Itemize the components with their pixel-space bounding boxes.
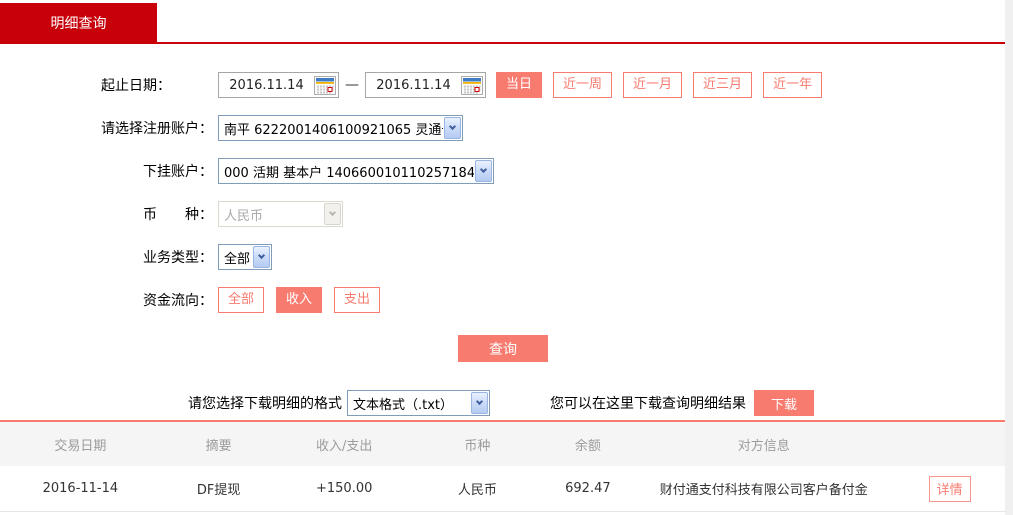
table-row: 2016-11-14 DF提现 +150.00 人民币 692.47 财付通支付… bbox=[0, 466, 1005, 512]
cell-date: 2016-11-14 bbox=[42, 481, 119, 496]
register-account-row: 请选择注册账户： 南平 6222001406100921065 灵通卡 bbox=[0, 115, 1013, 141]
register-account-select[interactable]: 南平 6222001406100921065 灵通卡 bbox=[218, 115, 463, 141]
header-date: 交易日期 bbox=[54, 438, 107, 454]
business-type-label: 业务类型： bbox=[143, 250, 213, 266]
chevron-down-icon[interactable] bbox=[471, 392, 488, 414]
date-range-label: 起止日期： bbox=[101, 78, 171, 94]
cell-balance: 692.47 bbox=[565, 481, 611, 496]
header-currency: 币种 bbox=[464, 438, 491, 454]
calendar-icon[interactable] bbox=[314, 75, 336, 95]
cell-counterparty: 财付通支付科技有限公司客户备付金 bbox=[659, 483, 868, 498]
header-amount: 收入/支出 bbox=[316, 438, 373, 454]
cell-action: 详情 bbox=[894, 475, 1005, 502]
business-type-value: 全部 bbox=[224, 251, 251, 267]
sub-account-label: 下挂账户： bbox=[143, 164, 213, 180]
start-date-input[interactable]: 2016.11.14 bbox=[218, 72, 339, 98]
cell-summary: DF提现 bbox=[196, 483, 241, 498]
end-date-value: 2016.11.14 bbox=[376, 77, 451, 93]
quick-range-week-button[interactable]: 近一周 bbox=[553, 72, 613, 98]
header-summary: 摘要 bbox=[205, 438, 232, 454]
calendar-icon[interactable] bbox=[461, 75, 483, 95]
currency-label: 币 种： bbox=[143, 207, 213, 223]
register-account-label: 请选择注册账户： bbox=[101, 121, 213, 137]
fund-flow-all-button[interactable]: 全部 bbox=[218, 287, 264, 313]
fund-flow-row: 资金流向： 全部 收入 支出 bbox=[0, 287, 1013, 313]
chevron-down-icon[interactable] bbox=[253, 246, 270, 268]
header-counterparty: 对方信息 bbox=[737, 438, 790, 454]
end-date-input[interactable]: 2016.11.14 bbox=[365, 72, 486, 98]
detail-button[interactable]: 详情 bbox=[928, 475, 971, 502]
download-format-select[interactable]: 文本格式（.txt） bbox=[347, 390, 490, 416]
chevron-down-icon[interactable] bbox=[475, 160, 492, 182]
quick-range-today-button[interactable]: 当日 bbox=[496, 72, 543, 98]
chevron-down-icon bbox=[324, 203, 341, 225]
start-date-value: 2016.11.14 bbox=[229, 77, 304, 93]
sub-account-value: 000 活期 基本户 1406600101102571848 bbox=[224, 165, 474, 181]
fund-flow-label: 资金流向： bbox=[143, 293, 213, 309]
cell-currency: 人民币 bbox=[457, 483, 497, 498]
download-format-label: 请您选择下载明细的格式 bbox=[188, 396, 342, 412]
download-hint: 您可以在这里下载查询明细结果 bbox=[550, 396, 746, 412]
tab-detail-query[interactable]: 明细查询 bbox=[0, 3, 157, 42]
currency-value: 人民币 bbox=[224, 208, 264, 224]
query-form: 起止日期： 2016.11.14 — 2016.11.14 当日 近一周 近一月… bbox=[0, 44, 1013, 416]
query-button-row: 查询 bbox=[458, 335, 1013, 362]
scrollbar[interactable] bbox=[1005, 0, 1013, 515]
sub-account-select[interactable]: 000 活期 基本户 1406600101102571848 bbox=[218, 158, 494, 184]
download-button[interactable]: 下载 bbox=[754, 390, 814, 416]
table-header-row: 交易日期 摘要 收入/支出 币种 余额 对方信息 bbox=[0, 422, 1005, 466]
tab-label: 明细查询 bbox=[50, 15, 107, 32]
header-balance: 余额 bbox=[574, 438, 601, 454]
results-table: 交易日期 摘要 收入/支出 币种 余额 对方信息 2016-11-14 DF提现… bbox=[0, 420, 1005, 512]
fund-flow-expense-button[interactable]: 支出 bbox=[334, 287, 380, 313]
fund-flow-income-button[interactable]: 收入 bbox=[276, 287, 322, 313]
register-account-value: 南平 6222001406100921065 灵通卡 bbox=[224, 122, 443, 138]
business-type-row: 业务类型： 全部 bbox=[0, 244, 1013, 270]
chevron-down-icon[interactable] bbox=[444, 117, 461, 139]
currency-row: 币 种： 人民币 bbox=[0, 201, 1013, 227]
currency-select: 人民币 bbox=[218, 201, 343, 227]
business-type-select[interactable]: 全部 bbox=[218, 244, 272, 270]
download-row: 请您选择下载明细的格式 文本格式（.txt） 您可以在这里下载查询明细结果 下载 bbox=[188, 390, 1013, 416]
query-button[interactable]: 查询 bbox=[458, 335, 548, 362]
quick-range-quarter-button[interactable]: 近三月 bbox=[693, 72, 753, 98]
cell-amount: +150.00 bbox=[316, 481, 373, 496]
download-format-value: 文本格式（.txt） bbox=[353, 397, 454, 413]
date-range-row: 起止日期： 2016.11.14 — 2016.11.14 当日 近一周 近一月… bbox=[0, 72, 1013, 98]
sub-account-row: 下挂账户： 000 活期 基本户 1406600101102571848 bbox=[0, 158, 1013, 184]
quick-range-year-button[interactable]: 近一年 bbox=[763, 72, 823, 98]
quick-range-month-button[interactable]: 近一月 bbox=[623, 72, 683, 98]
tab-bar: 明细查询 bbox=[0, 0, 1013, 42]
date-separator: — bbox=[345, 77, 359, 93]
